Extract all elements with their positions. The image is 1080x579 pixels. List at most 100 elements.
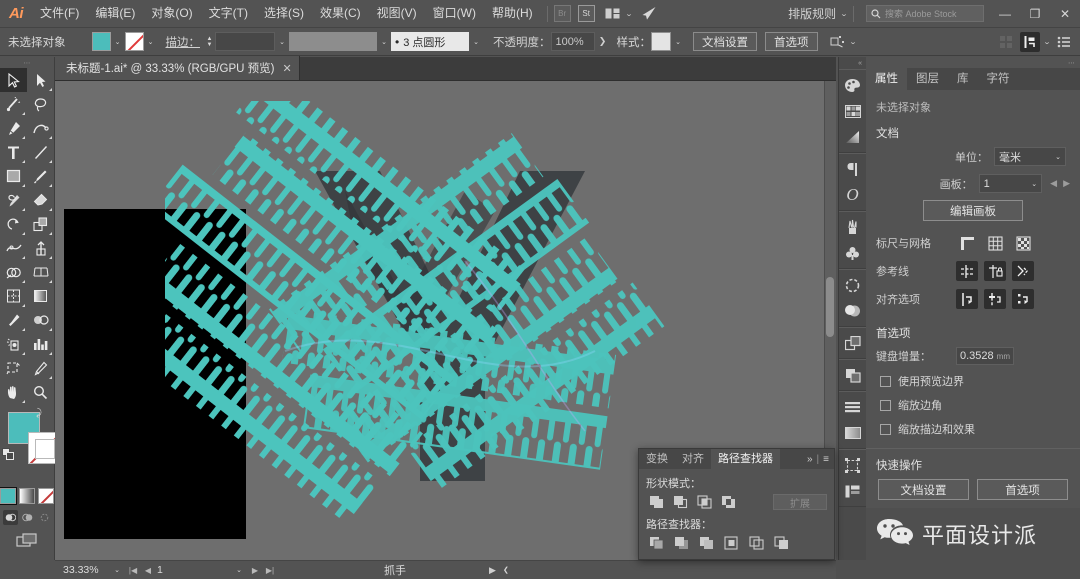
search-input[interactable]: 搜索 Adobe Stock xyxy=(866,5,984,22)
tool-selection[interactable] xyxy=(0,68,27,92)
appearance-panel-icon[interactable] xyxy=(839,298,866,324)
transform-panel-icon[interactable] xyxy=(839,330,866,356)
scale-strokes-effects-checkbox[interactable]: 缩放描边和效果 xyxy=(866,417,1080,441)
keyboard-increment-input[interactable]: 0.3528 mm xyxy=(956,347,1014,365)
tool-width[interactable] xyxy=(0,236,27,260)
character-panel-icon[interactable]: O xyxy=(839,182,866,208)
tool-blend[interactable] xyxy=(27,308,54,332)
smart-guides-icon[interactable] xyxy=(1012,289,1034,309)
opacity-input[interactable]: 100% xyxy=(550,32,595,51)
tool-scale[interactable] xyxy=(27,212,54,236)
draw-inside-icon[interactable] xyxy=(37,510,52,525)
artboard-select[interactable]: 1 ⌄ xyxy=(978,174,1043,193)
stroke-label[interactable]: 描边： xyxy=(166,34,201,50)
merge-icon[interactable] xyxy=(698,535,715,550)
scrollbar-thumb[interactable] xyxy=(826,277,834,337)
divide-icon[interactable] xyxy=(648,535,665,550)
menu-edit[interactable]: 编辑(E) xyxy=(87,0,143,27)
asset-export-icon[interactable] xyxy=(839,478,866,504)
tool-eyedropper[interactable] xyxy=(0,308,27,332)
status-chevron-left-icon[interactable]: ❮ xyxy=(499,566,513,574)
brush-chevron-down-icon[interactable]: ⌄ xyxy=(469,32,483,51)
brush-definition-select[interactable]: • 3 点圆形 xyxy=(391,32,469,51)
gradient-swatch-button[interactable] xyxy=(19,488,35,504)
close-button[interactable]: ✕ xyxy=(1050,0,1080,27)
opacity-label[interactable]: 不透明度： xyxy=(493,34,551,50)
show-transparency-grid-icon[interactable] xyxy=(1012,233,1034,253)
stock-icon[interactable]: St xyxy=(577,5,595,22)
release-guides-icon[interactable] xyxy=(1012,261,1034,281)
menu-window[interactable]: 窗口(W) xyxy=(425,0,484,27)
align-chevron-down-icon[interactable]: ⌄ xyxy=(1043,38,1051,46)
stroke-weight-chevron-down-icon[interactable]: ⌄ xyxy=(275,32,289,51)
bridge-icon[interactable]: Br xyxy=(553,5,571,22)
draw-normal-icon[interactable] xyxy=(2,510,18,525)
tool-rectangle[interactable] xyxy=(0,164,27,188)
transform-each-icon[interactable] xyxy=(828,32,848,52)
tool-artboard[interactable] xyxy=(0,356,27,380)
tab-transform[interactable]: 变换 xyxy=(639,449,675,469)
units-select[interactable]: 毫米 ⌄ xyxy=(994,147,1066,166)
artboard-chevron-down-icon[interactable]: ⌄ xyxy=(232,566,246,574)
fill-color-swatch[interactable] xyxy=(91,32,111,51)
tool-type[interactable] xyxy=(0,140,27,164)
menu-effect[interactable]: 效果(C) xyxy=(312,0,369,27)
align-panel-icon[interactable] xyxy=(839,394,866,420)
tool-line-segment[interactable] xyxy=(27,140,54,164)
color-panel-icon[interactable] xyxy=(839,72,866,98)
swap-fill-stroke-icon[interactable]: ⤸ xyxy=(36,408,42,419)
opacity-chevron-right-icon[interactable]: ❯ xyxy=(595,32,611,51)
control-panel-menu-icon[interactable] xyxy=(1054,32,1074,52)
document-setup-button[interactable]: 文档设置 xyxy=(693,32,757,51)
tool-slice[interactable] xyxy=(27,356,54,380)
minimize-button[interactable]: — xyxy=(990,0,1020,27)
align-selection-icon[interactable] xyxy=(1020,31,1041,52)
default-fill-stroke-icon[interactable] xyxy=(2,448,15,461)
menu-file[interactable]: 文件(F) xyxy=(32,0,87,27)
tool-shaper[interactable] xyxy=(0,188,27,212)
artboards-panel-icon[interactable] xyxy=(839,420,866,446)
arrange-chevron-down-icon[interactable]: ⌄ xyxy=(624,10,632,18)
layers-panel-icon[interactable] xyxy=(839,452,866,478)
first-artboard-icon[interactable]: |◀ xyxy=(127,566,139,575)
tool-perspective-grid[interactable] xyxy=(27,260,54,284)
tool-shape-builder[interactable] xyxy=(0,260,27,284)
tool-mesh[interactable] xyxy=(0,284,27,308)
tool-symbol-sprayer[interactable] xyxy=(0,332,27,356)
tab-layers[interactable]: 图层 xyxy=(907,68,948,90)
close-tab-icon[interactable]: ✕ xyxy=(283,62,292,75)
artboard-number-input[interactable]: 1 xyxy=(157,564,229,576)
stroke-weight-stepper[interactable]: ▲ ▼ xyxy=(204,32,215,51)
tab-library[interactable]: 库 xyxy=(948,68,978,90)
gradient-panel-icon[interactable] xyxy=(839,124,866,150)
menu-select[interactable]: 选择(S) xyxy=(256,0,312,27)
show-grid-icon[interactable] xyxy=(984,233,1006,253)
zoom-level-input[interactable]: 33.33% xyxy=(63,564,107,576)
panel-expand-icon[interactable]: » xyxy=(807,454,813,465)
tool-magic-wand[interactable] xyxy=(0,92,27,116)
current-tool-label[interactable]: 抓手 xyxy=(384,562,406,578)
minus-back-icon[interactable] xyxy=(773,535,790,550)
style-chevron-down-icon[interactable]: ⌄ xyxy=(671,32,685,51)
document-tab[interactable]: 未标题-1.ai* @ 33.33% (RGB/GPU 预览) ✕ xyxy=(55,56,300,80)
tool-lasso[interactable] xyxy=(27,92,54,116)
unite-icon[interactable] xyxy=(648,495,665,510)
tool-column-graph[interactable] xyxy=(27,332,54,356)
panel-menu-icon[interactable]: ≡ xyxy=(823,454,829,465)
zoom-chevron-down-icon[interactable]: ⌄ xyxy=(110,566,124,574)
snap-to-point-icon[interactable] xyxy=(956,289,978,309)
tool-direct-selection[interactable] xyxy=(27,68,54,92)
color-swatch-button[interactable] xyxy=(0,487,17,505)
quick-preferences-button[interactable]: 首选项 xyxy=(977,479,1068,500)
screen-mode-button[interactable] xyxy=(0,533,54,548)
trim-icon[interactable] xyxy=(673,535,690,550)
stroke-panel-icon[interactable] xyxy=(839,272,866,298)
menu-object[interactable]: 对象(O) xyxy=(143,0,200,27)
intersect-icon[interactable] xyxy=(696,495,713,510)
brushes-panel-icon[interactable] xyxy=(839,214,866,240)
menu-type[interactable]: 文字(T) xyxy=(201,0,256,27)
transform-chevron-down-icon[interactable]: ⌄ xyxy=(848,38,856,46)
crop-icon[interactable] xyxy=(723,535,740,550)
quick-document-setup-button[interactable]: 文档设置 xyxy=(878,479,969,500)
tool-curvature[interactable] xyxy=(27,116,54,140)
